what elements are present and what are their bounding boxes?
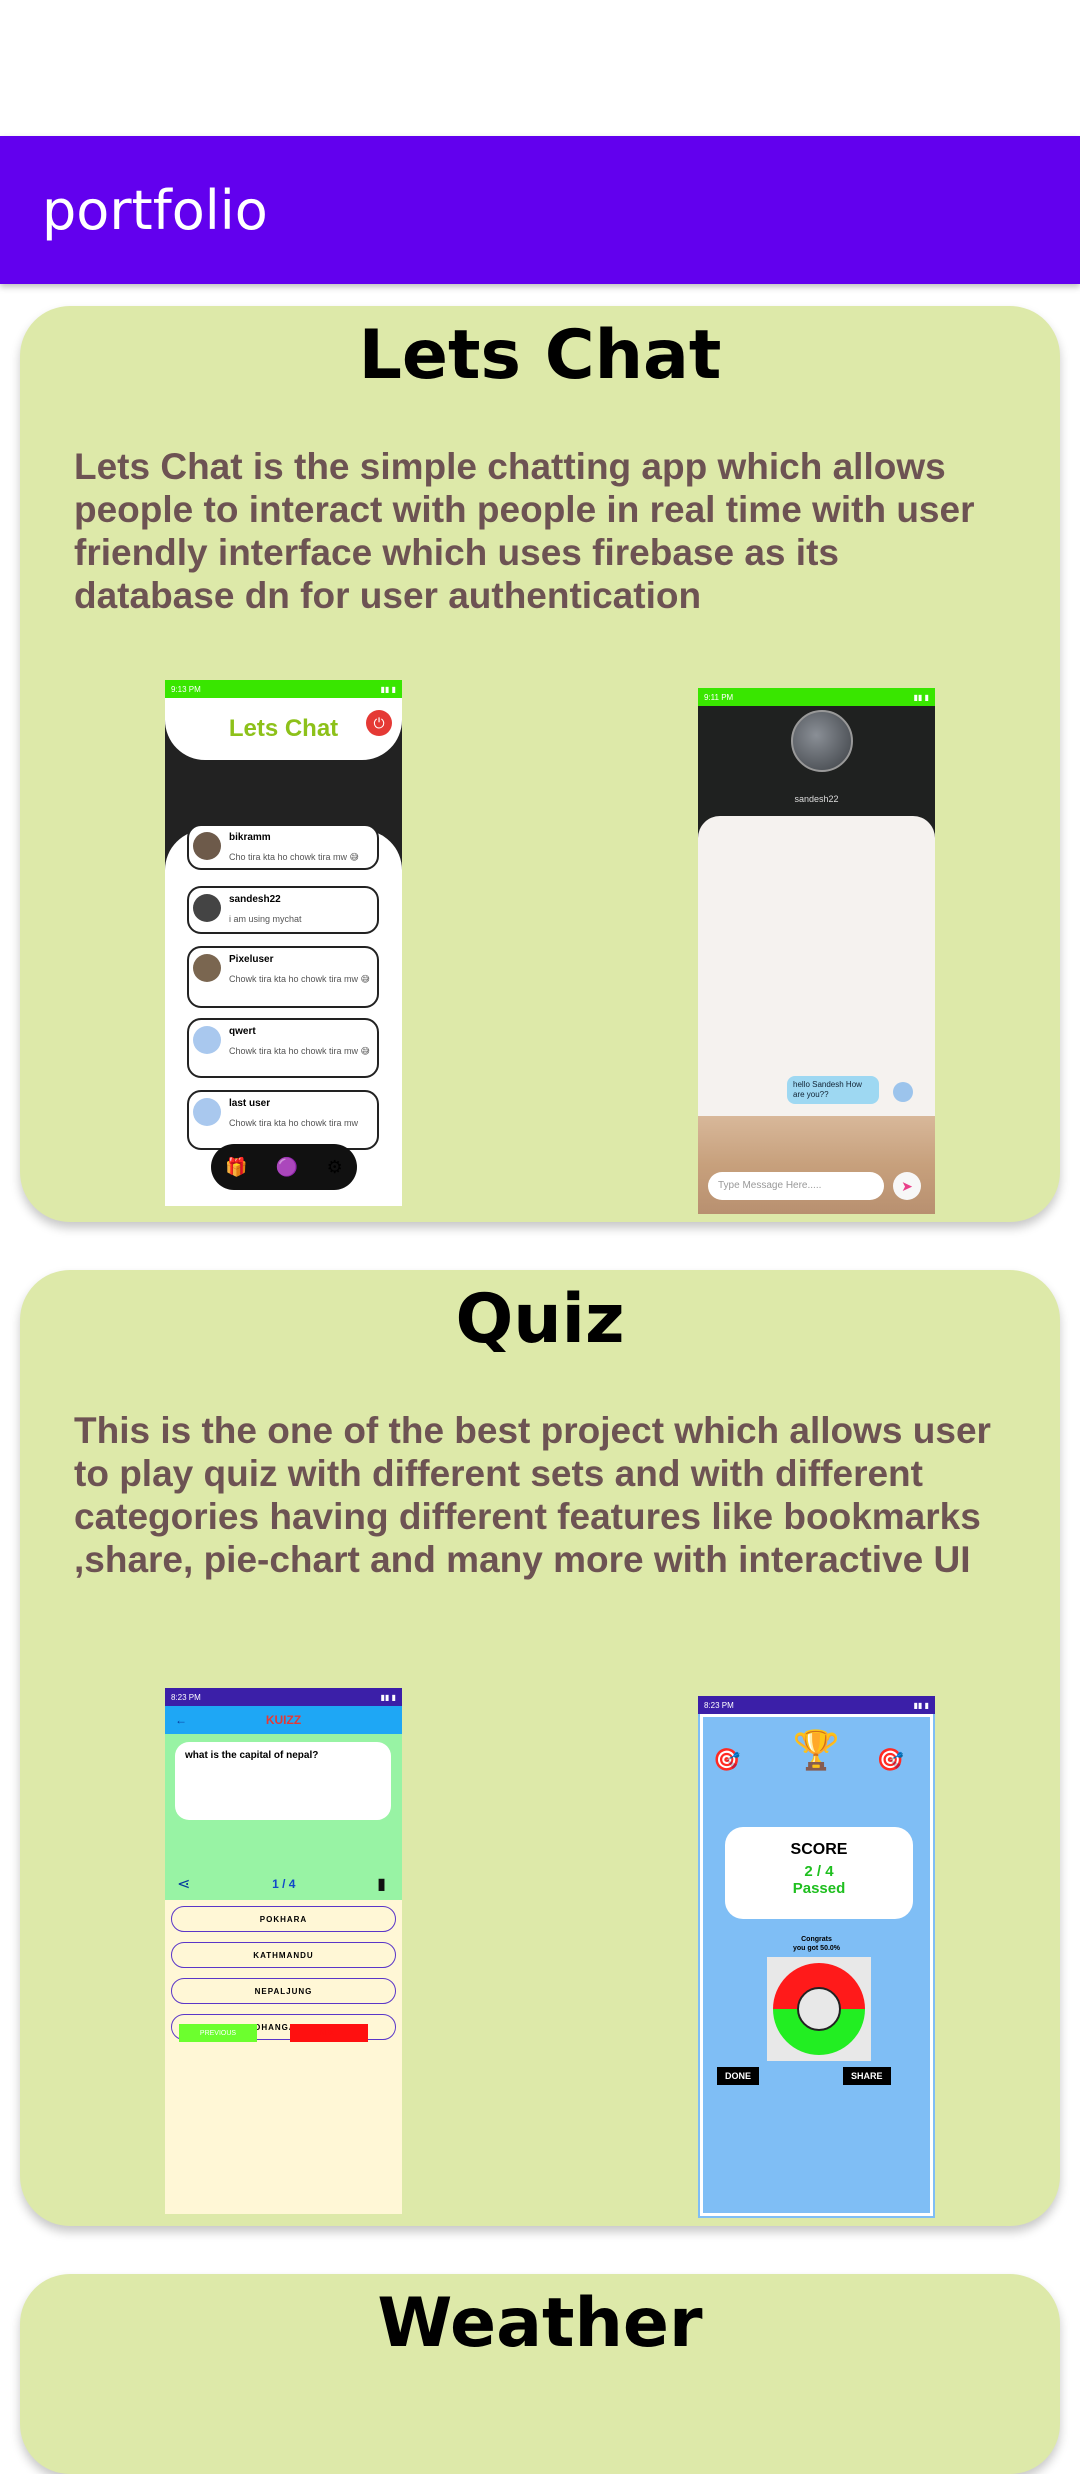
status-bar: 8:23 PM ▮▮ ▮ — [165, 1688, 402, 1706]
list-item: qwert Chowk tira kta ho chowk tira mw 😅 — [187, 1018, 379, 1078]
avatar — [193, 832, 221, 860]
option-button: KATHMANDU — [171, 1942, 396, 1968]
avatar — [193, 894, 221, 922]
app-bar-title: portfolio — [42, 178, 268, 242]
share-button: SHARE — [843, 2067, 891, 2085]
congrats-text: Congrats you got 50.0% — [792, 1936, 841, 1952]
pie-chart — [767, 1957, 871, 2061]
score-panel: 🎯 🏆 🎯 SCORE 2 / 4 Passed Congrats you go… — [700, 1714, 933, 2216]
project-title: Quiz — [455, 1280, 625, 1359]
question-tools: ⋖ 1 / 4 ▮ — [177, 1874, 386, 1894]
message-bubble: hello Sandesh How are you?? — [787, 1076, 879, 1104]
message-input: Type Message Here..... — [708, 1172, 884, 1200]
project-card-quiz[interactable]: Quiz This is the one of the best project… — [20, 1270, 1060, 2226]
avatar — [893, 1082, 913, 1102]
project-title: Lets Chat — [358, 316, 722, 395]
avatar — [193, 1098, 221, 1126]
bottom-nav: 🎁 🟣 ⚙ — [211, 1144, 357, 1190]
question-text: what is the capital of nepal? — [175, 1742, 391, 1820]
contact-name: sandesh22 — [794, 794, 839, 804]
avatar — [791, 710, 853, 772]
project-title: Weather — [377, 2284, 703, 2363]
screenshot-chat-list: 9:13 PM ▮▮ ▮ Lets Chat ⏻ bikramm Cho tira… — [165, 680, 402, 1206]
chat-icon: 🎁 — [225, 1156, 248, 1177]
chat-header: Lets Chat ⏻ — [165, 698, 402, 760]
conversation-area: hello Sandesh How are you?? Type Message… — [698, 816, 935, 1214]
quiz-nav-buttons: PREVIOUS NEXT — [179, 2024, 368, 2042]
result-text: Passed — [792, 1880, 846, 1897]
project-description: Lets Chat is the simple chatting app whi… — [74, 446, 975, 616]
previous-button: PREVIOUS — [179, 2024, 257, 2042]
profile-icon: 🟣 — [275, 1156, 299, 1177]
screenshot-quiz: 8:23 PM ▮▮ ▮ ← KUIZZ what is the capital … — [165, 1688, 402, 2214]
project-card-weather[interactable]: Weather — [20, 2274, 1060, 2474]
screenshot-score: 8:23 PM ▮▮ ▮ 🎯 🏆 🎯 SCORE 2 / 4 Passed Con… — [698, 1696, 935, 2218]
option-button: NEPALJUNG — [171, 1978, 396, 2004]
list-item: bikramm Cho tira kta ho chowk tira mw 😅 — [187, 824, 379, 870]
question-counter: 1 / 4 — [272, 1877, 296, 1891]
status-bar-area — [0, 0, 1080, 136]
target-icon: 🎯 — [876, 1747, 904, 1772]
status-bar: 9:11 PM ▮▮ ▮ — [698, 688, 935, 706]
screenshot-chat-conversation: 9:11 PM ▮▮ ▮ sandesh22 hello Sandesh How … — [698, 688, 935, 1214]
score-label: SCORE — [790, 1841, 848, 1858]
next-button: NEXT — [290, 2024, 368, 2042]
logout-icon: ⏻ — [366, 710, 392, 736]
avatar — [193, 954, 221, 982]
option-button: POKHARA — [171, 1906, 396, 1932]
bookmark-icon: ▮ — [377, 1876, 386, 1893]
status-bar: 8:23 PM ▮▮ ▮ — [698, 1696, 935, 1714]
quiz-title: KUIZZ — [265, 1713, 302, 1727]
list-item: sandesh22 i am using mychat — [187, 886, 379, 934]
settings-icon: ⚙ — [326, 1156, 343, 1177]
list-item: Pixeluser Chowk tira kta ho chowk tira m… — [187, 946, 379, 1008]
avatar — [193, 1026, 221, 1054]
status-bar: 9:13 PM ▮▮ ▮ — [165, 680, 402, 698]
share-icon: ⋖ — [177, 1876, 191, 1893]
chat-header-title: Lets Chat — [228, 715, 339, 742]
pie-ring — [773, 1963, 865, 2055]
score-value: 2 / 4 — [804, 1863, 834, 1880]
quiz-toolbar: ← KUIZZ — [165, 1706, 402, 1734]
question-panel: what is the capital of nepal? ⋖ 1 / 4 ▮ — [165, 1734, 402, 1900]
app-bar: portfolio — [0, 136, 1080, 284]
list-item: last user Chowk tira kta ho chowk tira m… — [187, 1090, 379, 1150]
done-button: DONE — [717, 2067, 760, 2085]
send-icon: ➤ — [893, 1172, 921, 1200]
project-description: This is the one of the best project whic… — [74, 1410, 991, 1580]
score-card: SCORE 2 / 4 Passed — [725, 1827, 913, 1919]
project-card-lets-chat[interactable]: Lets Chat Lets Chat is the simple chatti… — [20, 306, 1060, 1222]
